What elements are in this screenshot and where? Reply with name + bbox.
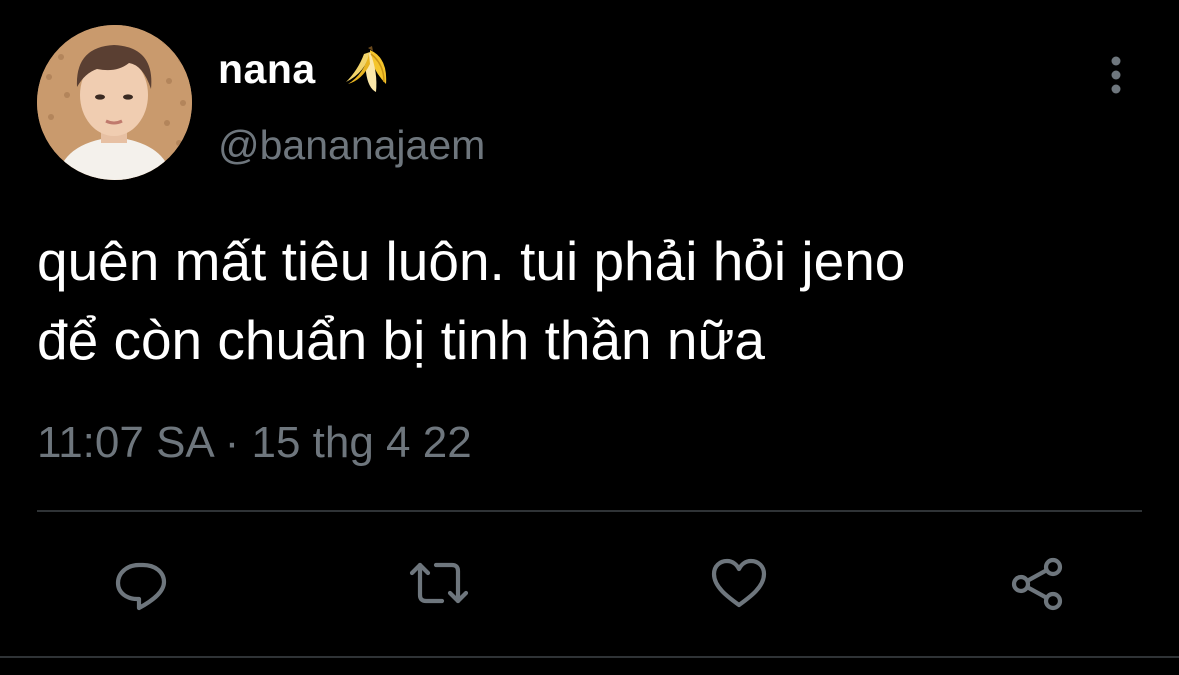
tweet: nana @bananajaem quên mất tiêu luôn. tui… [0, 0, 1179, 675]
divider [37, 510, 1142, 512]
handle[interactable]: @bananajaem [218, 122, 485, 169]
banana-icon [338, 42, 392, 96]
tweet-text-line: quên mất tiêu luôn. tui phải hỏi jeno [37, 230, 906, 292]
divider [0, 656, 1179, 658]
timestamp-separator: · [224, 418, 240, 467]
retweet-icon [409, 562, 469, 604]
share-icon [1011, 557, 1063, 611]
tweet-text-line: để còn chuẩn bị tinh thần nữa [37, 309, 765, 371]
share-button[interactable] [1006, 553, 1068, 615]
timestamp-time: 11:07 SA [37, 418, 213, 467]
avatar[interactable] [37, 25, 192, 180]
avatar-photo [37, 25, 192, 180]
retweet-button[interactable] [408, 553, 470, 615]
author-name-row[interactable]: nana [218, 40, 392, 98]
more-options-icon[interactable] [1098, 52, 1134, 100]
timestamp[interactable]: 11:07 SA · 15 thg 4 22 [37, 418, 472, 468]
timestamp-date: 15 thg 4 22 [251, 418, 472, 467]
display-name[interactable]: nana [218, 46, 316, 93]
reply-button[interactable] [110, 553, 172, 615]
reply-icon [115, 562, 167, 611]
tweet-text: quên mất tiêu luôn. tui phải hỏi jeno để… [37, 222, 1147, 380]
like-icon [711, 558, 767, 608]
like-button[interactable] [708, 553, 770, 615]
